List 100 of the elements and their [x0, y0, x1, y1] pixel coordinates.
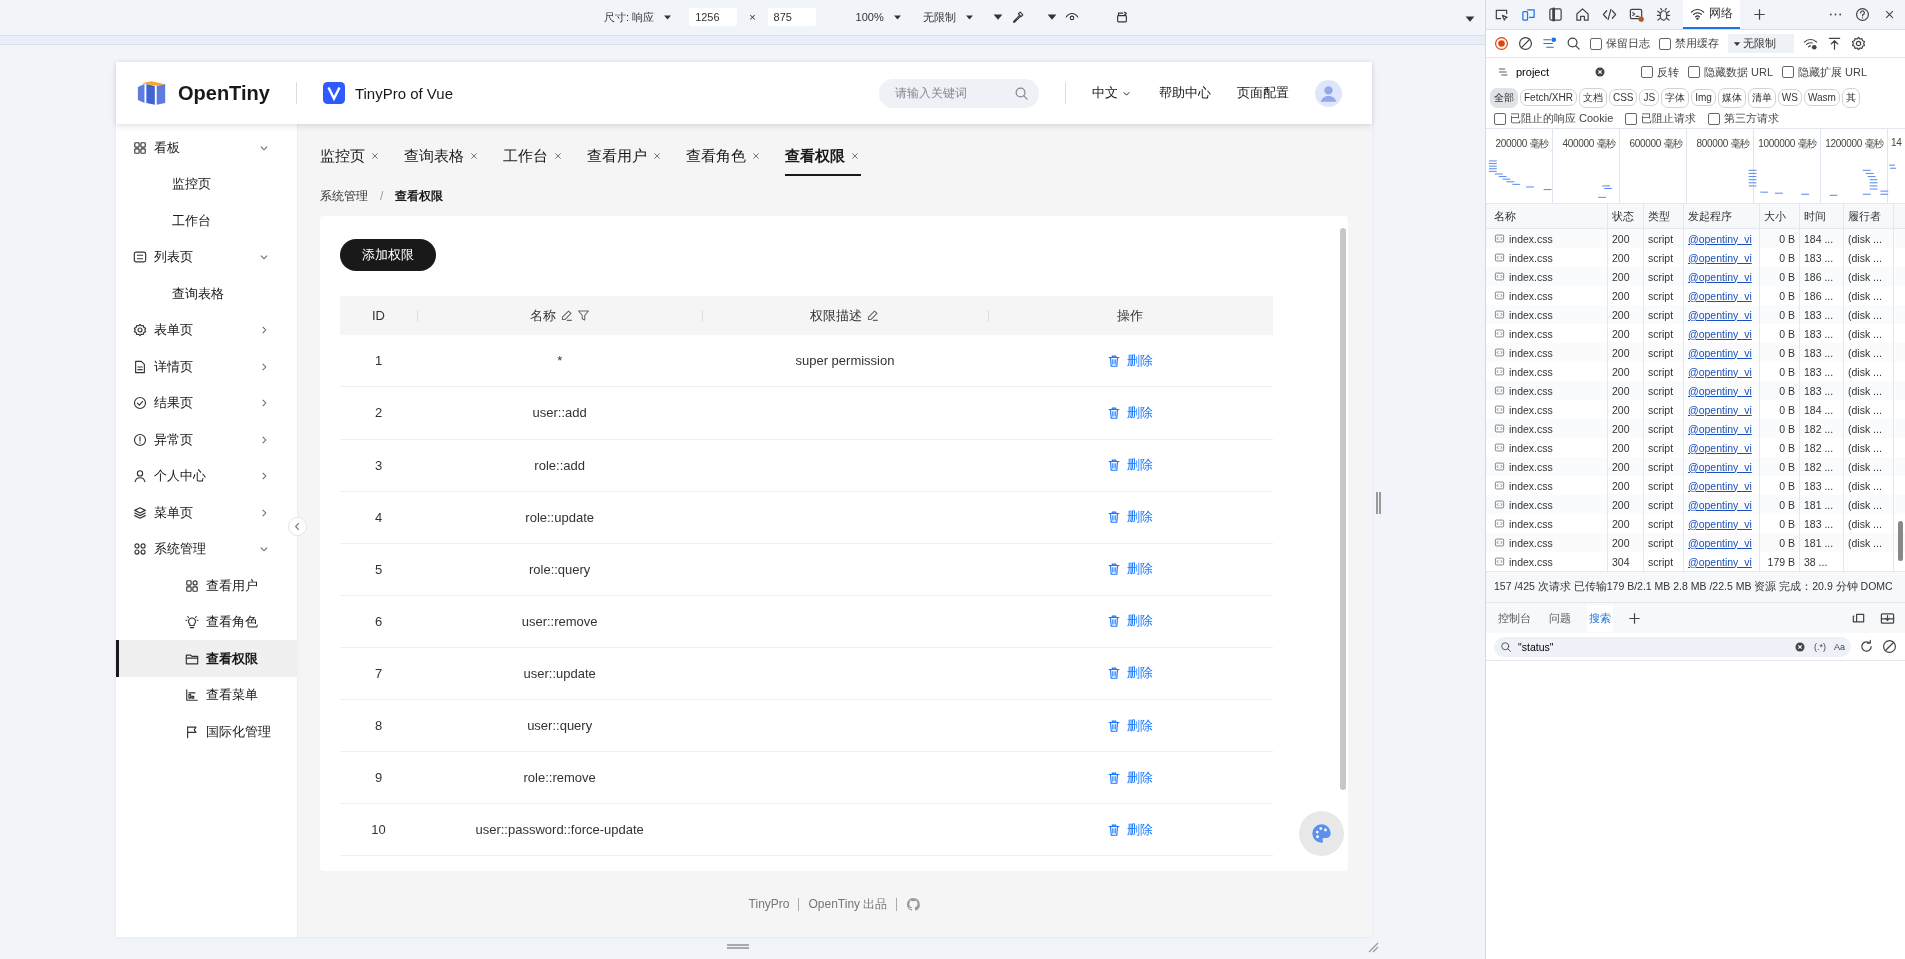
inspect-icon[interactable] [1494, 7, 1509, 22]
scrollbar[interactable] [1898, 521, 1903, 561]
search-field[interactable]: 请输入关键词 [893, 85, 1014, 102]
request-row[interactable]: index.css 200 script @opentiny_vi 0 B 181 ... (disk ... [1486, 495, 1905, 514]
menu-item[interactable]: 详情页 [116, 348, 297, 385]
delete-link[interactable]: 删除 [1107, 508, 1154, 527]
checkbox[interactable]: 禁用缓存 [1659, 36, 1719, 51]
submenu-item[interactable]: 查看用户 [116, 567, 297, 604]
initiator-link[interactable]: @opentiny_vi [1688, 555, 1752, 568]
filter-settings-icon[interactable] [1542, 36, 1557, 51]
clear-icon[interactable] [1518, 36, 1533, 51]
language-dropdown[interactable]: 中文 [1092, 84, 1133, 103]
submenu-item[interactable]: 查看权限 [116, 640, 297, 677]
initiator-link[interactable]: @opentiny_vi [1688, 251, 1752, 264]
initiator-link[interactable]: @opentiny_vi [1688, 479, 1752, 492]
page-tab[interactable]: 查看权限 [785, 136, 861, 177]
dock-icon[interactable] [1548, 7, 1563, 22]
initiator-link[interactable]: @opentiny_vi [1688, 536, 1752, 549]
checkbox[interactable]: 反转 [1641, 64, 1679, 80]
network-conditions-icon[interactable] [1803, 36, 1818, 51]
type-filter-button[interactable]: 媒体 [1717, 87, 1746, 108]
request-row[interactable]: index.css 200 script @opentiny_vi 0 B 183 ... (disk ... [1486, 305, 1905, 324]
request-row[interactable]: index.css 200 script @opentiny_vi 0 B 182 ... (disk ... [1486, 457, 1905, 476]
refresh-icon[interactable] [1859, 639, 1874, 654]
menu-item[interactable]: 结果页 [116, 384, 297, 422]
menu-item[interactable]: 看板 [116, 129, 297, 166]
search-box[interactable]: 请输入关键词 [879, 78, 1039, 108]
drawer-tab[interactable]: 问题 [1547, 604, 1573, 632]
type-filter-button[interactable]: Wasm [1803, 89, 1840, 106]
rotate-icon[interactable] [1114, 10, 1129, 25]
submenu-item[interactable]: 查看菜单 [116, 676, 297, 714]
request-row[interactable]: index.css 200 script @opentiny_vi 0 B 181 ... (disk ... [1486, 533, 1905, 552]
plus-icon[interactable] [1627, 610, 1642, 626]
delete-link[interactable]: 删除 [1107, 404, 1154, 422]
drawer-tab[interactable]: 搜索 [1587, 604, 1613, 632]
initiator-link[interactable]: @opentiny_vi [1688, 403, 1752, 416]
bug-icon[interactable] [1656, 7, 1671, 22]
device-icon[interactable] [1521, 7, 1536, 22]
resize-handle[interactable] [727, 944, 749, 950]
initiator-link[interactable]: @opentiny_vi [1688, 346, 1752, 359]
console-icon[interactable] [1629, 7, 1644, 22]
menu-item[interactable]: 个人中心 [116, 457, 297, 495]
delete-link[interactable]: 删除 [1107, 768, 1154, 787]
type-filter-button[interactable]: 字体 [1661, 87, 1690, 108]
network-tab[interactable]: 网络 [1683, 0, 1740, 29]
initiator-link[interactable]: @opentiny_vi [1688, 517, 1752, 530]
size-dropdown[interactable]: 尺寸: 响应 [600, 9, 684, 25]
menu-item[interactable]: 菜单页 [116, 494, 297, 531]
submenu-item[interactable]: 工作台 [116, 202, 297, 239]
delete-link[interactable]: 删除 [1107, 456, 1154, 475]
type-filter-button[interactable]: 全部 [1490, 87, 1518, 108]
zoom-dropdown[interactable]: 100% [851, 11, 913, 24]
delete-link[interactable]: 删除 [1107, 664, 1154, 683]
request-row[interactable]: index.css 200 script @opentiny_vi 0 B 183 ... (disk ... [1486, 381, 1905, 400]
type-filter-button[interactable]: JS [1639, 89, 1660, 106]
type-filter-button[interactable]: WS [1777, 89, 1802, 106]
menu-item[interactable]: 列表页 [116, 238, 297, 276]
initiator-link[interactable]: @opentiny_vi [1688, 441, 1752, 454]
code-icon[interactable] [1602, 7, 1617, 22]
resize-corner-icon[interactable] [1367, 941, 1379, 954]
clear-icon[interactable] [1594, 66, 1606, 78]
search-option-button[interactable]: (.*) [1814, 641, 1826, 652]
initiator-link[interactable]: @opentiny_vi [1688, 327, 1752, 340]
initiator-link[interactable]: @opentiny_vi [1688, 289, 1752, 302]
nav-link[interactable]: 页面配置 [1237, 84, 1289, 103]
nav-link[interactable]: 帮助中心 [1159, 84, 1211, 103]
page-tab[interactable]: 查询表格 [404, 136, 480, 177]
initiator-link[interactable]: @opentiny_vi [1688, 270, 1752, 283]
search-field[interactable]: "status" [1516, 639, 1790, 654]
drawer-tab[interactable]: 控制台 [1496, 604, 1533, 632]
home-icon[interactable] [1575, 7, 1590, 22]
checkbox[interactable]: 保留日志 [1590, 36, 1650, 51]
scrollbar[interactable] [1340, 228, 1346, 791]
upload-icon[interactable] [1827, 36, 1842, 51]
menu-item[interactable]: 表单页 [116, 311, 297, 349]
add-button[interactable]: 添加权限 [340, 239, 436, 272]
initiator-link[interactable]: @opentiny_vi [1688, 422, 1752, 435]
menu-item[interactable]: 系统管理 [116, 530, 297, 568]
request-row[interactable]: index.css 200 script @opentiny_vi 0 B 182 ... (disk ... [1486, 419, 1905, 438]
height-field[interactable]: 875 [767, 8, 816, 27]
search-icon[interactable] [1566, 36, 1581, 51]
palette-button[interactable] [1299, 811, 1344, 857]
filter-icon[interactable] [576, 309, 590, 323]
initiator-link[interactable]: @opentiny_vi [1688, 365, 1752, 378]
record-button[interactable] [1494, 36, 1509, 51]
submenu-item[interactable]: 查看角色 [116, 603, 297, 641]
type-filter-button[interactable]: CSS [1608, 89, 1638, 106]
help-icon[interactable] [1855, 7, 1870, 22]
submenu-item[interactable]: 国际化管理 [116, 713, 297, 750]
delete-link[interactable]: 删除 [1107, 820, 1154, 839]
eyedropper-icon[interactable] [1010, 10, 1025, 25]
initiator-link[interactable]: @opentiny_vi [1688, 460, 1752, 473]
resize-handle[interactable] [1376, 492, 1381, 515]
page-tab[interactable]: 查看用户 [587, 136, 663, 177]
submenu-item[interactable]: 监控页 [116, 165, 297, 203]
type-filter-button[interactable]: Img [1691, 89, 1716, 106]
panel-icon[interactable] [1880, 610, 1895, 626]
clear-icon[interactable] [1882, 639, 1897, 654]
delete-link[interactable]: 删除 [1107, 351, 1154, 370]
page-tab[interactable]: 监控页 [320, 136, 381, 177]
